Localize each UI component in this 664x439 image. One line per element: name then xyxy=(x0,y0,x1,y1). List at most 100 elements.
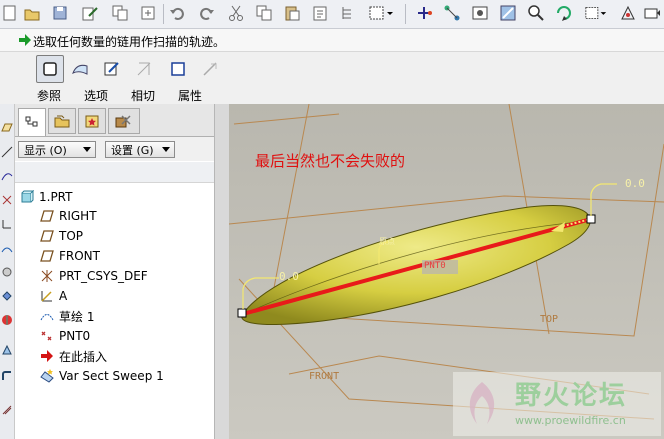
sketch-icon xyxy=(40,314,54,321)
copy2-icon[interactable] xyxy=(254,3,274,23)
tree-item-insert-here[interactable]: 在此插入 xyxy=(40,347,107,365)
sketch-tool-strip-icon[interactable] xyxy=(1,242,13,254)
spin-icon[interactable] xyxy=(554,3,574,23)
tree-item-label: RIGHT xyxy=(59,209,97,223)
watermark-logo-icon xyxy=(469,382,495,424)
round-tool-icon[interactable] xyxy=(1,370,13,382)
tree-item-csys[interactable]: PRT_CSYS_DEF xyxy=(40,267,148,285)
tree-item-label: PRT_CSYS_DEF xyxy=(59,269,148,283)
tree-item-var-sect-sweep[interactable]: Var Sect Sweep 1 xyxy=(40,367,164,385)
part-icon xyxy=(21,190,34,203)
shell-tool-icon[interactable] xyxy=(1,290,13,302)
dimension-right[interactable]: 0.0 xyxy=(625,177,645,190)
remove-material-button[interactable] xyxy=(130,55,158,83)
datum-point-tool-icon[interactable] xyxy=(1,194,13,206)
tree-item-label: FRONT xyxy=(59,249,100,263)
tree-item-label: A xyxy=(59,289,68,303)
dimension-left[interactable]: 0.0 xyxy=(279,270,299,283)
plane-label-top: TOP xyxy=(540,314,559,325)
tree-item-part[interactable]: 1.PRT xyxy=(20,188,72,206)
selection-filter-icon[interactable] xyxy=(366,3,396,23)
tree-column-header xyxy=(15,162,214,183)
edit-icon[interactable] xyxy=(80,3,100,23)
sketch-tool-icon[interactable] xyxy=(414,3,434,23)
tree-item-front[interactable]: FRONT xyxy=(40,247,100,265)
solid-option-button[interactable] xyxy=(36,55,64,83)
prompt-arrow-icon xyxy=(19,34,31,46)
prompt-text: 选取任何数量的链用作扫描的轨迹。 xyxy=(33,35,226,49)
trajectory-end-handle[interactable] xyxy=(586,214,596,224)
forum-watermark: 野火论坛 www.proewildfire.cn xyxy=(453,372,661,436)
show-dropdown[interactable]: 显示 (O) xyxy=(18,141,96,158)
thicken-icon xyxy=(171,62,185,76)
paste-special-icon[interactable] xyxy=(310,3,330,23)
csys-tool-icon[interactable] xyxy=(1,218,13,230)
orient-icon[interactable] xyxy=(618,3,638,23)
open-icon[interactable] xyxy=(22,3,42,23)
view-manager-icon[interactable] xyxy=(582,3,610,23)
datum-curve-tool-icon[interactable] xyxy=(1,170,13,182)
annotation-note: 最后当然也不会失败的 xyxy=(255,152,406,170)
remove-material-icon xyxy=(137,62,151,76)
regen-icon[interactable] xyxy=(138,3,158,23)
redo-icon[interactable] xyxy=(196,3,216,23)
draft-tool-icon[interactable] xyxy=(1,344,13,356)
tree-item-top[interactable]: TOP xyxy=(40,227,83,245)
zoom-icon[interactable] xyxy=(526,3,546,23)
insert-arrow-icon xyxy=(41,350,53,362)
tab-connections[interactable] xyxy=(108,108,140,134)
tree-structure-icon[interactable] xyxy=(338,3,358,23)
tab-model-tree[interactable] xyxy=(18,108,46,136)
sketch-button[interactable] xyxy=(98,55,126,83)
hole-tool-icon[interactable] xyxy=(1,266,13,278)
settings-dropdown-label: 设置 (G) xyxy=(111,143,154,157)
tab-properties[interactable]: 属性 xyxy=(178,87,202,104)
watermark-title: 野火论坛 xyxy=(515,381,628,411)
datum-axis-tool-icon[interactable] xyxy=(1,146,13,158)
tab-folder-browser[interactable] xyxy=(48,108,76,134)
graphics-viewport[interactable]: 最后当然也不会失败的 0.0 0.0 原点 PNT0 TOP FRONT 野火论… xyxy=(229,104,664,439)
trajectory-start-handle[interactable] xyxy=(237,308,247,318)
thicken-button[interactable] xyxy=(164,55,192,83)
tree-item-right[interactable]: RIGHT xyxy=(40,207,97,225)
constant-section-button[interactable] xyxy=(196,55,224,83)
show-dropdown-label: 显示 (O) xyxy=(24,143,67,157)
datum-plane-tool-icon[interactable] xyxy=(1,122,13,134)
new-icon[interactable] xyxy=(0,3,20,23)
chamfer-tool-icon[interactable] xyxy=(1,404,13,416)
undo-icon[interactable] xyxy=(168,3,188,23)
tree-item-label: PNT0 xyxy=(59,329,91,343)
main-toolbar xyxy=(0,0,664,29)
save-icon[interactable] xyxy=(50,3,70,23)
tree-item-point[interactable]: PNT0 xyxy=(40,327,90,345)
model-tree-icon xyxy=(25,116,38,126)
constant-section-icon xyxy=(203,62,217,76)
panel-splitter[interactable] xyxy=(215,104,229,439)
paste-icon[interactable] xyxy=(282,3,302,23)
surface-option-button[interactable] xyxy=(66,55,94,83)
named-view-icon[interactable] xyxy=(642,3,662,23)
datum-plane-icon xyxy=(40,230,54,242)
tab-options[interactable]: 选项 xyxy=(84,87,108,104)
rib-tool-icon[interactable] xyxy=(1,314,13,326)
solid-icon xyxy=(43,62,57,76)
network-icon[interactable] xyxy=(442,3,462,23)
copy-icon[interactable] xyxy=(110,3,130,23)
cut-icon[interactable] xyxy=(226,3,246,23)
tab-favorites[interactable] xyxy=(78,108,106,134)
image-icon[interactable] xyxy=(470,3,490,23)
sweep-feature-icon xyxy=(40,369,54,383)
tree-item-axis[interactable]: A xyxy=(40,287,67,305)
reorient-icon[interactable] xyxy=(498,3,518,23)
tab-tangency[interactable]: 相切 xyxy=(131,87,155,104)
tab-references[interactable]: 参照 xyxy=(37,87,61,104)
tree-item-label: 在此插入 xyxy=(59,349,108,364)
tree-item-sketch[interactable]: 草绘 1 xyxy=(40,307,94,325)
datum-plane-icon xyxy=(40,250,54,262)
tree-item-label: TOP xyxy=(59,229,84,243)
model-tree-panel: 显示 (O) 设置 (G) 1.PRT RIGHT TOP FRONT PRT_… xyxy=(15,104,215,439)
navigator-tabs xyxy=(15,104,214,137)
tree-item-label: Var Sect Sweep 1 xyxy=(59,369,164,383)
message-prompt: 选取任何数量的链用作扫描的轨迹。 xyxy=(0,29,664,52)
settings-dropdown[interactable]: 设置 (G) xyxy=(105,141,175,158)
